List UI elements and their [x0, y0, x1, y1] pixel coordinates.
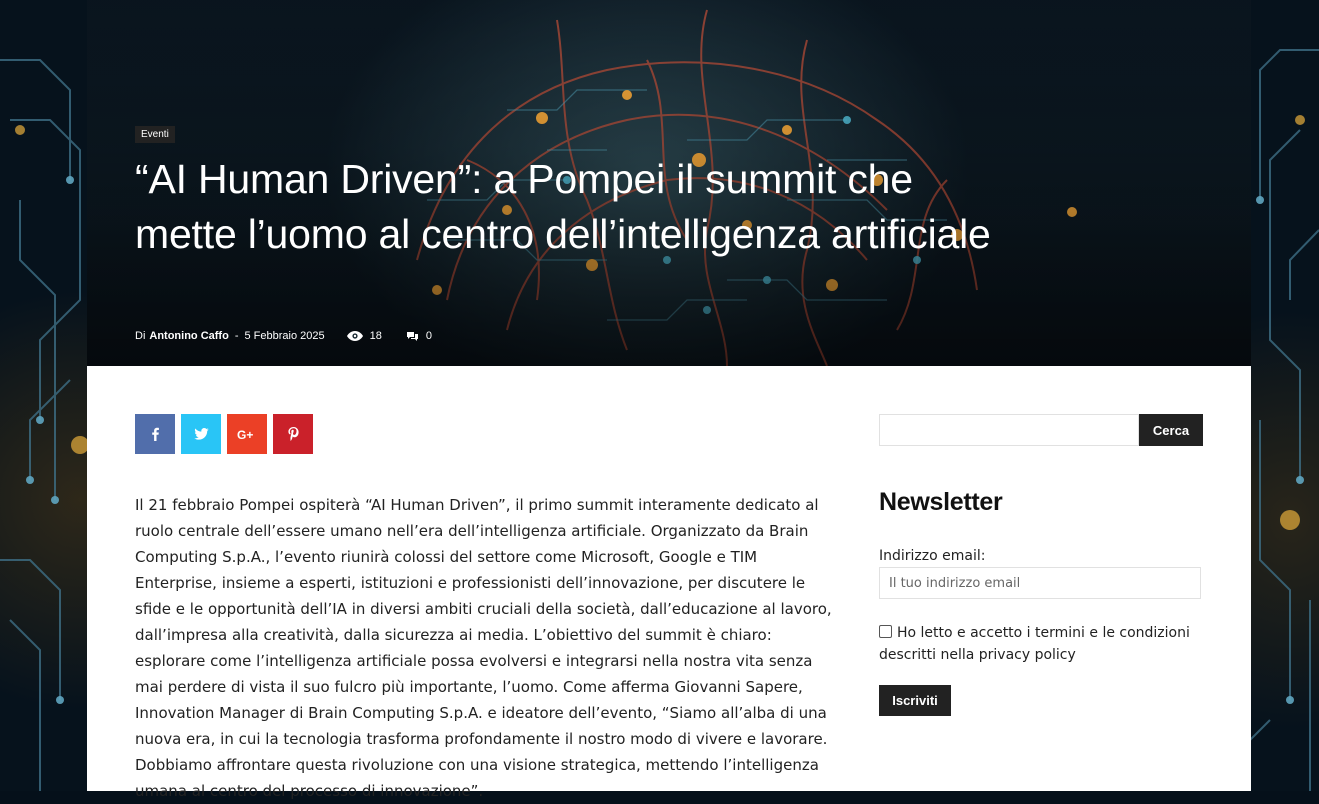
share-buttons: G+: [135, 414, 313, 454]
article-meta: Di Antonino Caffo - 5 Febbraio 2025 18 0: [135, 330, 432, 342]
pinterest-icon: [287, 427, 299, 441]
search-input[interactable]: [879, 414, 1139, 446]
meta-separator: -: [234, 330, 239, 342]
privacy-consent: Ho letto e accetto i termini e le condiz…: [879, 622, 1209, 666]
search-button[interactable]: Cerca: [1139, 414, 1203, 446]
views-count: 18: [369, 330, 382, 342]
email-field[interactable]: Il tuo indirizzo email: [879, 567, 1201, 599]
eye-icon: [346, 331, 363, 341]
newsletter-title: Newsletter: [879, 488, 1003, 516]
twitter-share-button[interactable]: [181, 414, 221, 454]
article-title: “AI Human Driven”: a Pompei il summit ch…: [135, 156, 991, 257]
category-tag[interactable]: Eventi: [135, 126, 175, 143]
publish-date: 5 Febbraio 2025: [244, 330, 325, 342]
author-link[interactable]: Antonino Caffo: [149, 330, 228, 342]
google-plus-icon: G+: [237, 428, 253, 440]
article-body: Il 21 febbraio Pompei ospiterà “AI Human…: [135, 496, 832, 800]
privacy-label: Ho letto e accetto i termini e le condiz…: [879, 625, 1190, 663]
comments-counter[interactable]: 0: [406, 330, 432, 342]
views-counter: 18: [346, 330, 382, 342]
svg-text:G+: G+: [237, 428, 253, 440]
google-plus-share-button[interactable]: G+: [227, 414, 267, 454]
pinterest-share-button[interactable]: [273, 414, 313, 454]
content-card: G+ Il 21 febbraio Pompei ospiterà “AI Hu…: [87, 366, 1251, 800]
facebook-icon: [152, 427, 159, 441]
hero-header: Eventi “AI Human Driven”: a Pompei il su…: [87, 0, 1251, 366]
comments-count: 0: [425, 330, 432, 342]
facebook-share-button[interactable]: [135, 414, 175, 454]
search-form: Cerca: [879, 414, 1203, 446]
twitter-icon: [193, 428, 209, 440]
email-placeholder: Il tuo indirizzo email: [889, 575, 1021, 591]
subscribe-button[interactable]: Iscriviti: [879, 685, 951, 716]
email-label: Indirizzo email:: [879, 548, 986, 564]
by-label: Di: [135, 330, 146, 342]
privacy-checkbox[interactable]: [879, 625, 892, 638]
comments-icon: [406, 331, 418, 341]
